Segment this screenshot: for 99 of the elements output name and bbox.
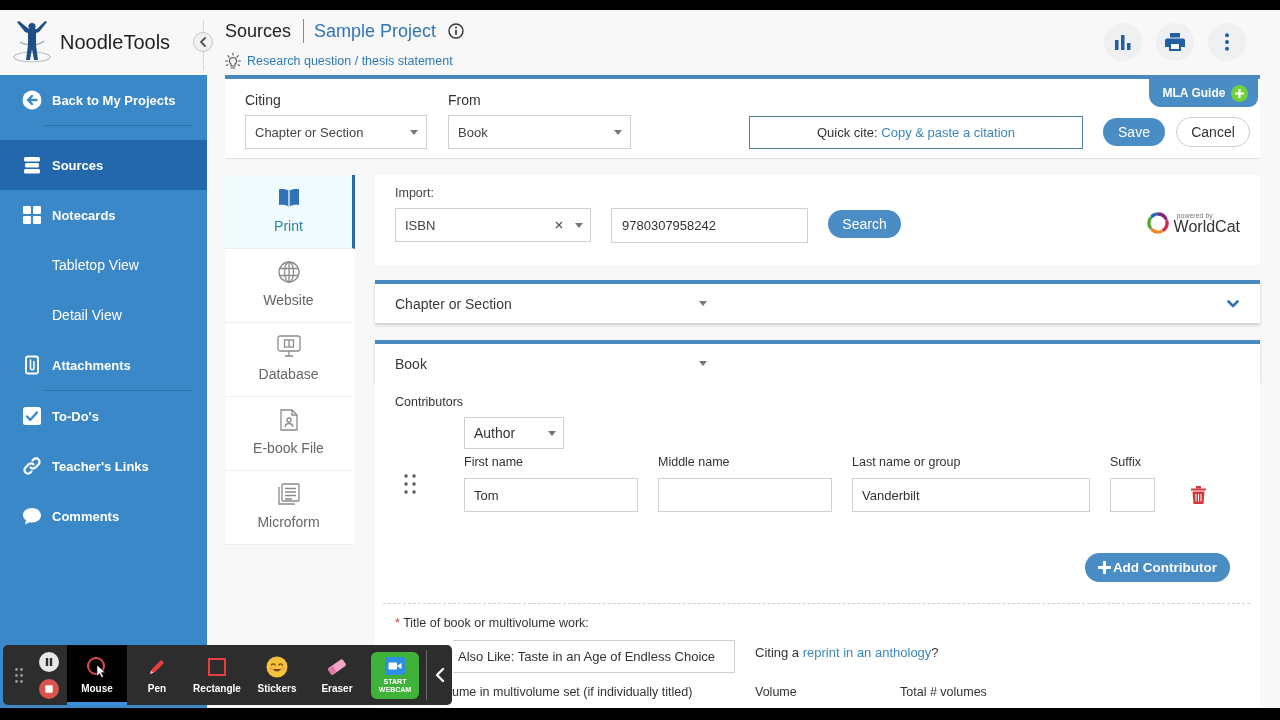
vertical-dots-icon [1225, 33, 1229, 51]
link-icon [22, 456, 42, 476]
source-type-tab[interactable]: Database [225, 323, 355, 397]
collapse-button[interactable] [193, 32, 213, 52]
tool-button[interactable]: Stickers [247, 645, 307, 705]
document-person-icon [278, 409, 299, 431]
sidebar-item[interactable]: Teacher's Links [0, 441, 207, 491]
caret-icon [410, 129, 418, 135]
sidebar-item[interactable]: Sources [0, 140, 207, 190]
globe-icon [277, 261, 300, 283]
tool-button[interactable]: Mouse [67, 645, 127, 705]
add-contributor-button[interactable]: Add Contributor [1085, 553, 1230, 582]
square-outline-icon [207, 656, 227, 678]
cancel-button[interactable]: Cancel [1176, 117, 1250, 147]
stop-icon[interactable] [39, 679, 59, 699]
tool-button[interactable]: Eraser [307, 645, 367, 705]
field-label: First name [464, 455, 525, 470]
caret-icon [575, 222, 583, 228]
video-camera-icon [385, 656, 405, 675]
caret-icon [699, 361, 707, 366]
lightbulb-icon [224, 52, 242, 70]
input-field[interactable]: Tom [464, 478, 638, 512]
clear-icon[interactable] [555, 221, 563, 229]
sidebar-subitem[interactable]: Detail View [0, 290, 207, 340]
drag-handle-icon[interactable] [15, 667, 23, 683]
section-type-select[interactable]: Book [395, 346, 713, 381]
open-book-icon [276, 187, 301, 209]
sidebar-item[interactable]: Attachments [0, 340, 207, 390]
document-stack-icon [277, 483, 300, 505]
save-button[interactable]: Save [1103, 118, 1165, 146]
input-field[interactable]: Vanderbilt [852, 478, 1090, 512]
chevron-left-icon[interactable] [435, 667, 445, 683]
tool-button[interactable]: Pen [127, 645, 187, 705]
field-label: Suffix [1110, 455, 1143, 470]
source-type-tab[interactable]: Microform [225, 471, 355, 545]
chart-button[interactable] [1104, 23, 1142, 61]
caret-icon [548, 430, 556, 436]
monitor-book-icon [276, 335, 301, 357]
field-label: Middle name [658, 455, 731, 470]
reprint-link[interactable]: reprint in an anthology [802, 645, 932, 660]
quick-cite-button[interactable]: Quick cite: Copy & paste a citation [749, 115, 1083, 149]
sidebar-subitem[interactable]: Tabletop View [0, 240, 207, 290]
reprint-note: Citing a reprint in an anthology? [755, 645, 939, 660]
sidebar-item[interactable]: Comments [0, 491, 207, 541]
drag-handle-icon[interactable] [404, 473, 416, 494]
printer-icon [1165, 33, 1185, 51]
import-type-select[interactable]: ISBN [395, 208, 591, 242]
section-type-select[interactable]: Chapter or Section [395, 286, 713, 321]
caret-icon [699, 301, 707, 306]
project-name: Sample Project [314, 20, 437, 42]
books-stack-icon [22, 155, 42, 175]
field-label: Volume [755, 685, 798, 700]
logo-wordmark: WorldCat [1173, 218, 1240, 235]
trash-icon[interactable] [1191, 486, 1206, 504]
plus-icon [1097, 561, 1111, 574]
info-icon[interactable] [448, 23, 465, 39]
field-label: * Title of book or multivolume work: [395, 616, 590, 631]
from-select[interactable]: Book [448, 115, 631, 149]
source-type-tab[interactable]: Print [225, 175, 355, 249]
field-label: From [448, 91, 481, 110]
chevron-left-icon [199, 37, 207, 47]
plus-circle-icon [1231, 84, 1249, 102]
guide-tab[interactable]: MLA Guide [1149, 79, 1258, 107]
swirl-logo-icon [1144, 210, 1171, 236]
field-label: Last name or group [852, 455, 962, 470]
source-type-tab[interactable]: E-book File [225, 397, 355, 471]
sidebar-item[interactable]: Back to My Projects [0, 75, 207, 125]
brand-name: NoodleTools [60, 31, 171, 54]
sidebar-item[interactable]: To-Do's [0, 391, 207, 441]
smiley-face-icon [266, 656, 288, 678]
pause-icon[interactable] [39, 652, 59, 672]
chevron-down-icon[interactable] [1227, 299, 1239, 308]
print-button[interactable] [1156, 23, 1194, 61]
figure-logo-icon [12, 19, 52, 66]
caret-icon [614, 129, 622, 135]
field-label: Import: [395, 185, 435, 201]
field-label: Citing [245, 91, 282, 110]
source-type-tab[interactable]: Website [225, 249, 355, 323]
isbn-input[interactable]: 9780307958242 [611, 208, 808, 243]
citing-select[interactable]: Chapter or Section [245, 115, 427, 149]
checkbox-icon [22, 406, 42, 426]
speech-bubble-icon [22, 506, 42, 526]
field-label: Total # volumes [900, 685, 988, 700]
section-label: Contributors [395, 395, 465, 410]
field-label: ume in multivolume set (if individually titled) [452, 685, 694, 700]
research-question-link[interactable]: Research question / thesis statement [224, 51, 465, 71]
input-field[interactable] [658, 478, 832, 512]
search-button[interactable]: Search [828, 210, 901, 238]
sidebar-item[interactable]: Notecards [0, 190, 207, 240]
role-select[interactable]: Author [464, 417, 564, 449]
input-field[interactable]: Also Like: Taste in an Age of Endless Choice [453, 640, 735, 673]
bar-chart-icon [1114, 34, 1132, 50]
tool-button[interactable]: Rectangle [187, 645, 247, 705]
grid-icon [22, 205, 42, 225]
input-field[interactable] [1110, 478, 1155, 512]
page-title: Sources [225, 20, 292, 42]
paperclip-document-icon [22, 355, 42, 375]
more-button[interactable] [1208, 23, 1246, 61]
cursor-icon [86, 656, 108, 678]
